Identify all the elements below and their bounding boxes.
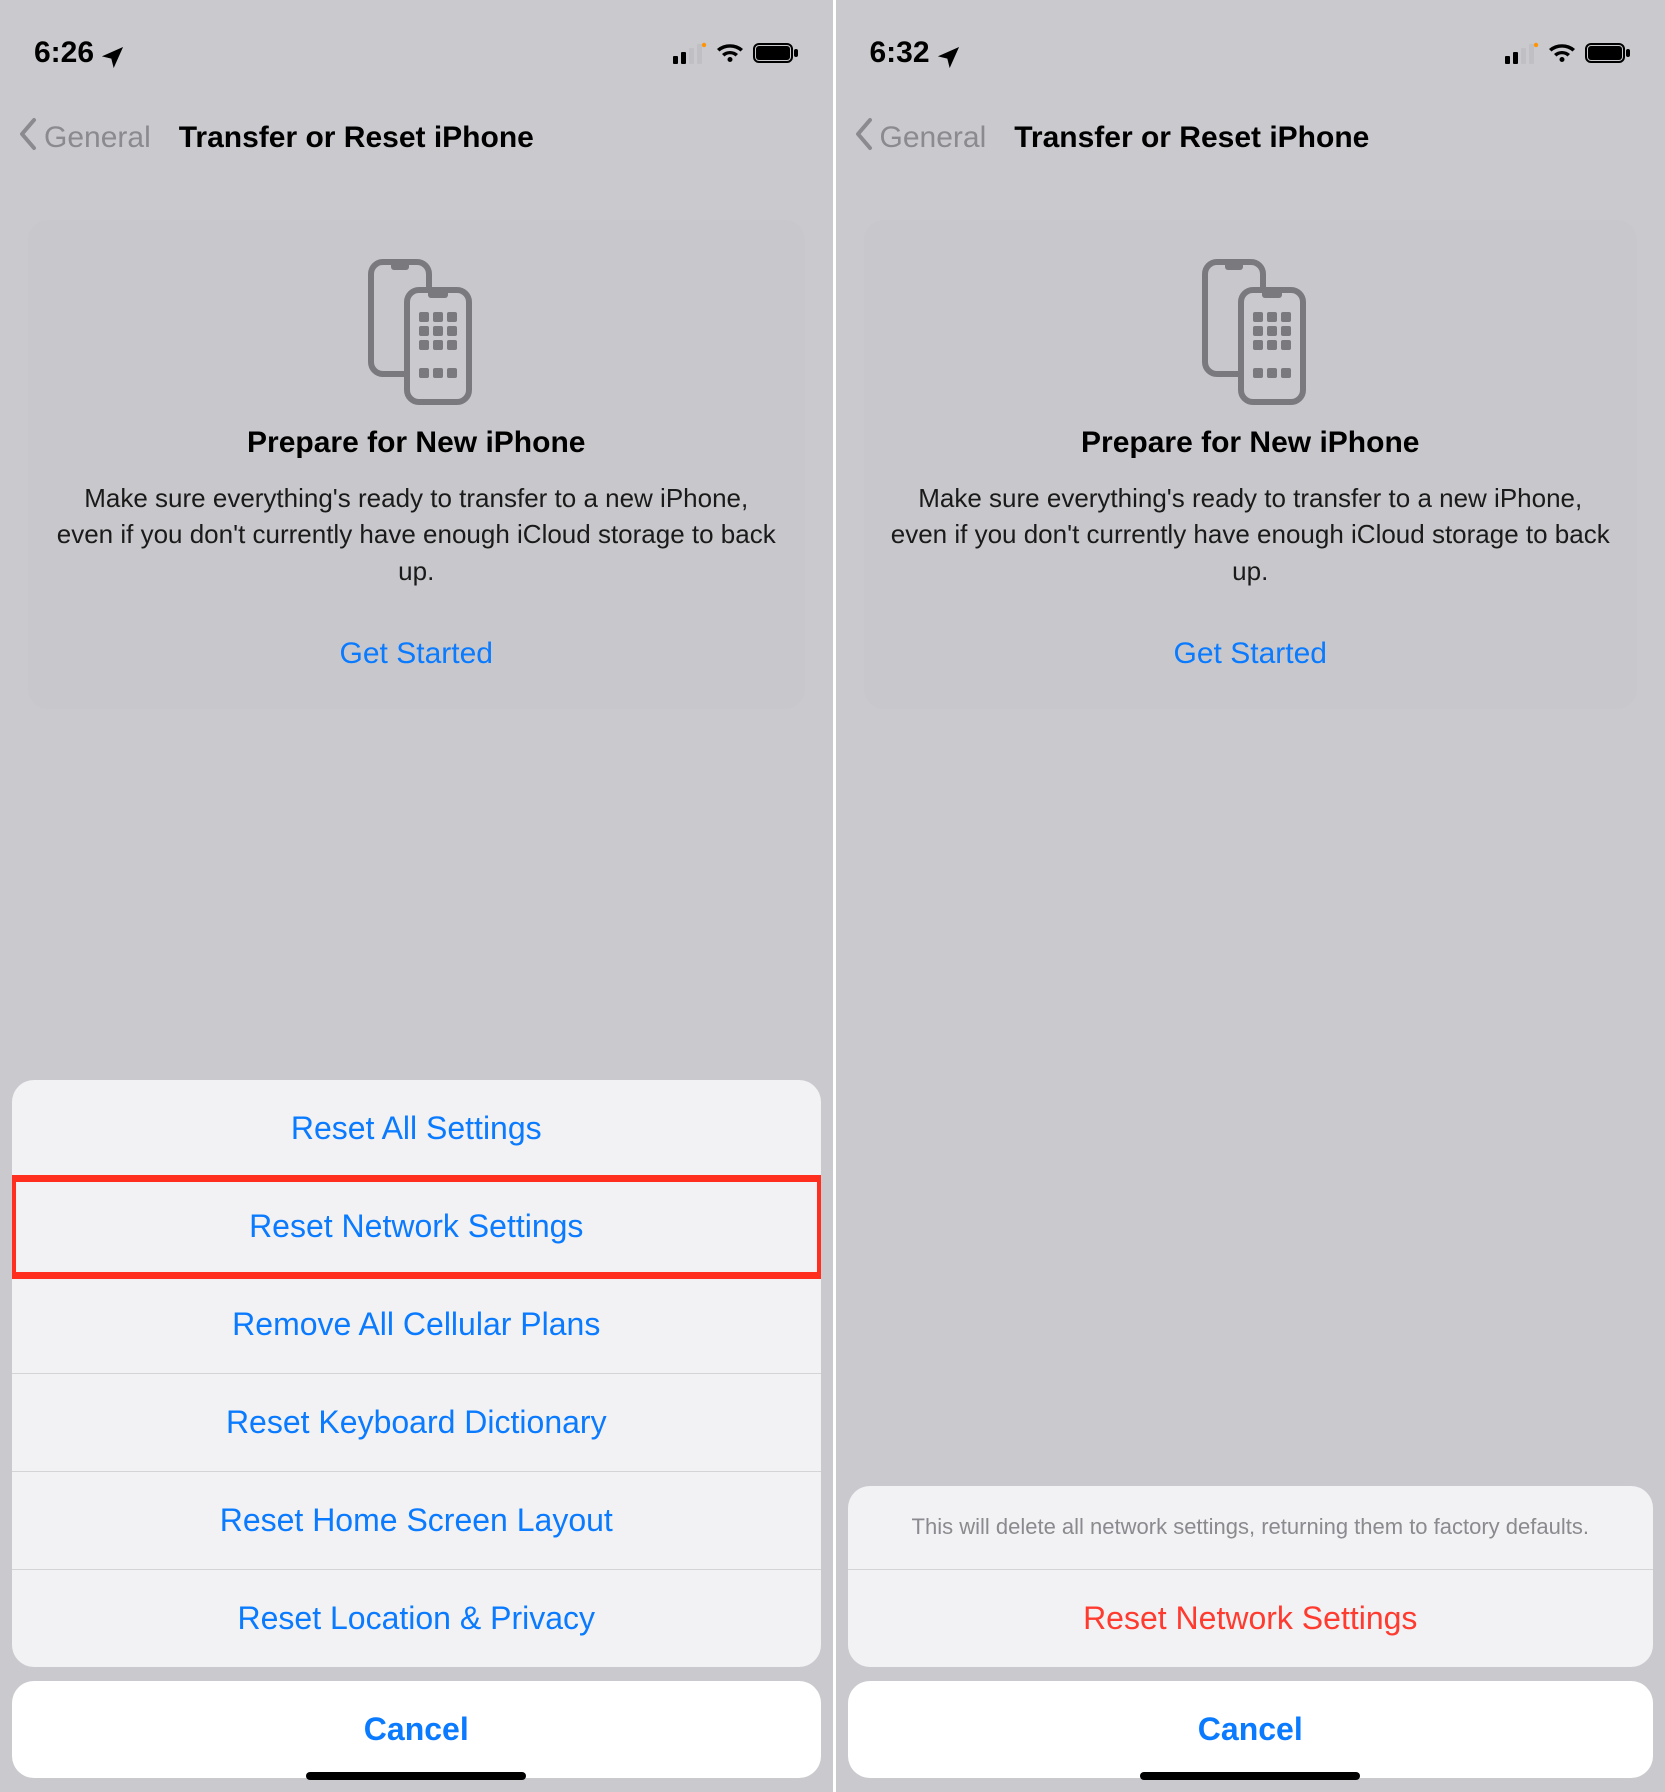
- back-button[interactable]: General: [852, 116, 987, 160]
- battery-icon: [1585, 42, 1631, 64]
- status-right: [673, 42, 799, 64]
- back-label: General: [880, 121, 987, 155]
- status-left: 6:32: [870, 36, 960, 70]
- status-bar: 6:32: [836, 0, 1665, 86]
- confirm-reset-network-button[interactable]: Reset Network Settings: [848, 1570, 1654, 1667]
- chevron-left-icon: [16, 116, 40, 160]
- prepare-card: Prepare for New iPhone Make sure everyth…: [28, 220, 805, 709]
- cancel-button[interactable]: Cancel: [12, 1681, 821, 1778]
- status-right: [1505, 42, 1631, 64]
- reset-all-settings-option[interactable]: Reset All Settings: [12, 1080, 821, 1178]
- cellular-signal-icon: [673, 42, 707, 64]
- action-sheet: Reset All Settings Reset Network Setting…: [12, 1080, 821, 1778]
- nav-bar: General Transfer or Reset iPhone: [836, 86, 1665, 184]
- wifi-icon: [1547, 42, 1577, 64]
- chevron-left-icon: [852, 116, 876, 160]
- get-started-button[interactable]: Get Started: [54, 637, 779, 671]
- reset-keyboard-dictionary-option[interactable]: Reset Keyboard Dictionary: [12, 1374, 821, 1472]
- home-indicator[interactable]: [306, 1772, 526, 1780]
- page-title: Transfer or Reset iPhone: [179, 121, 534, 155]
- card-description: Make sure everything's ready to transfer…: [54, 480, 779, 589]
- page-title: Transfer or Reset iPhone: [1014, 121, 1369, 155]
- status-left: 6:26: [34, 36, 124, 70]
- status-bar: 6:26: [0, 0, 833, 86]
- card-title: Prepare for New iPhone: [54, 426, 779, 460]
- reset-home-screen-option[interactable]: Reset Home Screen Layout: [12, 1472, 821, 1570]
- nav-bar: General Transfer or Reset iPhone: [0, 86, 833, 184]
- confirm-message: This will delete all network settings, r…: [848, 1486, 1654, 1570]
- reset-options-sheet: Reset All Settings Reset Network Setting…: [12, 1080, 821, 1667]
- location-icon: [938, 42, 960, 64]
- confirm-sheet: This will delete all network settings, r…: [848, 1486, 1654, 1778]
- wifi-icon: [715, 42, 745, 64]
- back-label: General: [44, 121, 151, 155]
- transfer-devices-icon: [890, 256, 1612, 406]
- remove-cellular-plans-option[interactable]: Remove All Cellular Plans: [12, 1276, 821, 1374]
- screenshot-left: 6:26 General Transfer or Reset iPhone: [0, 0, 833, 1792]
- prepare-card: Prepare for New iPhone Make sure everyth…: [864, 220, 1638, 709]
- location-icon: [102, 42, 124, 64]
- get-started-button[interactable]: Get Started: [890, 637, 1612, 671]
- card-title: Prepare for New iPhone: [890, 426, 1612, 460]
- back-button[interactable]: General: [16, 116, 151, 160]
- card-description: Make sure everything's ready to transfer…: [890, 480, 1612, 589]
- cancel-button[interactable]: Cancel: [848, 1681, 1654, 1778]
- reset-network-settings-option[interactable]: Reset Network Settings: [12, 1178, 821, 1276]
- transfer-devices-icon: [54, 256, 779, 406]
- home-indicator[interactable]: [1140, 1772, 1360, 1780]
- status-time: 6:32: [870, 36, 930, 70]
- screenshot-right: 6:32 General Transfer or Reset iPhone: [833, 0, 1665, 1792]
- cellular-signal-icon: [1505, 42, 1539, 64]
- confirm-reset-sheet: This will delete all network settings, r…: [848, 1486, 1654, 1667]
- reset-location-privacy-option[interactable]: Reset Location & Privacy: [12, 1570, 821, 1667]
- status-time: 6:26: [34, 36, 94, 70]
- battery-icon: [753, 42, 799, 64]
